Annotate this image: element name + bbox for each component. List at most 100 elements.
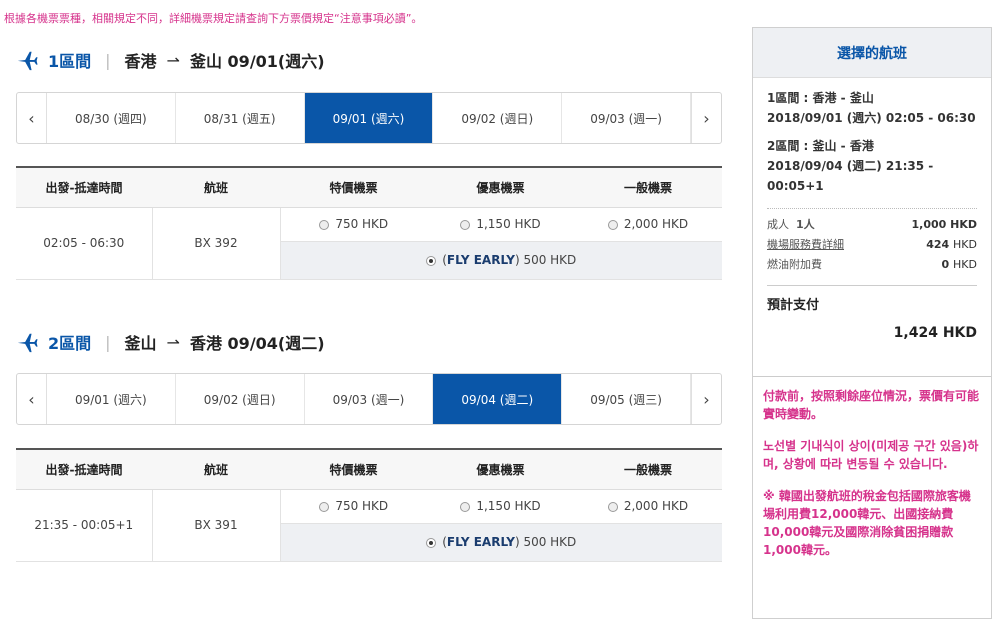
important-notes: 付款前，按照剩餘座位情況，票價有可能實時變動。 노선별 기내식이 상이(미제공 … (753, 376, 991, 583)
flight-number: BX 391 (152, 489, 281, 562)
note-tax: ※ 韓國出發航班的稅金包括國際旅客機場利用費12,000韓元、出國接納費10,0… (763, 489, 971, 557)
date-selector-2: ‹ 09/01 (週六) 09/02 (週日) 09/03 (週一) 09/04… (16, 373, 722, 425)
fare-price: 1,150 HKD (476, 217, 541, 231)
segment-1-title: 1區間 | 香港 ⇀ 釜山 09/01(週六) (16, 48, 325, 72)
special-fare-option[interactable]: 750 HKD (280, 489, 427, 524)
discount-fare-option[interactable]: 1,150 HKD (427, 489, 574, 524)
segment-date: 09/04(週二) (227, 334, 325, 353)
radio-button[interactable] (607, 219, 618, 230)
chevron-right-icon[interactable]: › (691, 93, 721, 143)
radio-button[interactable] (607, 501, 618, 512)
panel-title: 選擇的航班 (753, 28, 991, 78)
fly-early-price: 500 HKD (523, 535, 577, 549)
fare-price: 2,000 HKD (623, 217, 689, 231)
flight-time: 21:35 - 00:05+1 (16, 489, 153, 562)
fuel-label: 燃油附加費 (767, 258, 822, 271)
segment-date: 09/01(週六) (227, 52, 325, 71)
col-header-flight: 航班 (152, 449, 280, 490)
selected-segment-1: 1區間 : 香港 - 釜山 2018/09/01 (週六) 02:05 - 06… (767, 88, 977, 128)
date-tab[interactable]: 09/01 (週六) (47, 374, 176, 424)
fly-early-label: FLY EARLY (446, 535, 515, 549)
price-breakdown: 成人 1人 1,000 HKD 機場服務費詳細 424 HKD 燃油附加費 0 … (767, 208, 977, 275)
origin-city: 香港 (124, 52, 157, 71)
date-tab[interactable]: 09/02 (週日) (176, 374, 305, 424)
fare-price: 1,150 HKD (476, 499, 541, 513)
radio-button-selected[interactable] (426, 537, 437, 548)
adult-amount: 1,000 (911, 218, 947, 231)
note-meal-korean: 노선별 기내식이 상이(미제공 구간 있음)하며, 상황에 따라 변동될 수 있… (763, 439, 979, 471)
destination-city: 釜山 (189, 52, 222, 71)
fare-rules-notice: 根據各機票票種，相關規定不同，詳細機票規定請查詢下方票價規定“注意事項必讀”。 (4, 12, 423, 25)
chevron-right-icon[interactable]: › (691, 374, 721, 424)
airplane-icon (17, 51, 38, 71)
currency: HKD (950, 218, 977, 231)
radio-button[interactable] (460, 219, 471, 230)
col-header-time: 出發-抵達時間 (16, 167, 152, 208)
col-header-regular: 一般機票 (574, 167, 722, 208)
fuel-amount: 0 (941, 258, 950, 271)
selected-segment-datetime: 2018/09/01 (週六) 02:05 - 06:30 (767, 111, 976, 125)
regular-fare-option[interactable]: 2,000 HKD (574, 207, 722, 242)
col-header-regular: 一般機票 (574, 449, 722, 490)
radio-button[interactable] (319, 219, 330, 230)
note-price-change: 付款前，按照剩餘座位情況，票價有可能實時變動。 (763, 389, 980, 421)
adult-label: 成人 (767, 218, 789, 231)
flight-time: 02:05 - 06:30 (16, 207, 153, 280)
segment-label: 1區間 (48, 52, 92, 71)
date-tab[interactable]: 09/05 (週三) (562, 374, 692, 424)
currency: HKD (953, 238, 977, 251)
adult-count: 1人 (796, 218, 815, 231)
radio-button[interactable] (460, 501, 471, 512)
col-header-time: 出發-抵達時間 (16, 449, 152, 490)
date-tab[interactable]: 08/31 (週五) (176, 93, 305, 143)
fare-price: 750 HKD (335, 217, 389, 231)
date-tab-active[interactable]: 09/01 (週六) (304, 93, 434, 143)
airport-fee-amount: 424 (926, 238, 950, 251)
divider: | (105, 332, 111, 352)
fare-price: 2,000 HKD (623, 499, 689, 513)
right-arrow-icon: ⇀ (166, 332, 180, 352)
selected-segment-2: 2區間 : 釜山 - 香港 2018/09/04 (週二) 21:35 - 00… (767, 136, 977, 196)
total-amount: 1,424 HKD (893, 325, 977, 341)
chevron-left-icon[interactable]: ‹ (17, 93, 47, 143)
total-label: 預計支付 (767, 298, 820, 313)
radio-button[interactable] (319, 501, 330, 512)
col-header-discount: 優惠機票 (427, 167, 574, 208)
selected-segment-datetime: 2018/09/04 (週二) 21:35 - 00:05+1 (767, 159, 934, 193)
regular-fare-option[interactable]: 2,000 HKD (574, 489, 722, 524)
selected-segment-route: 1區間 : 香港 - 釜山 (767, 91, 874, 105)
fly-early-label: FLY EARLY (446, 253, 515, 267)
fly-early-price: 500 HKD (523, 253, 577, 267)
airplane-icon (17, 333, 38, 353)
discount-fare-option[interactable]: 1,150 HKD (427, 207, 574, 242)
fare-price: 750 HKD (335, 499, 389, 513)
selected-flights-panel: 選擇的航班 1區間 : 香港 - 釜山 2018/09/01 (週六) 02:0… (752, 27, 992, 619)
date-tab[interactable]: 09/02 (週日) (433, 93, 563, 143)
date-selector-1: ‹ 08/30 (週四) 08/31 (週五) 09/01 (週六) 09/02… (16, 92, 722, 144)
divider: | (105, 50, 111, 70)
fly-early-option[interactable]: (FLY EARLY) 500 HKD (280, 523, 722, 562)
currency: HKD (953, 258, 977, 271)
date-tab[interactable]: 08/30 (週四) (47, 93, 176, 143)
flight-number: BX 392 (152, 207, 281, 280)
destination-city: 香港 (189, 334, 222, 353)
airport-fee-link[interactable]: 機場服務費詳細 (767, 235, 844, 255)
col-header-flight: 航班 (152, 167, 280, 208)
airport-fee-row: 機場服務費詳細 424 HKD (767, 235, 977, 255)
date-tab[interactable]: 09/03 (週一) (305, 374, 434, 424)
segment-label: 2區間 (48, 334, 92, 353)
special-fare-option[interactable]: 750 HKD (280, 207, 427, 242)
col-header-discount: 優惠機票 (427, 449, 574, 490)
total-section: 預計支付 1,424 HKD (767, 285, 977, 341)
radio-button-selected[interactable] (426, 255, 437, 266)
chevron-left-icon[interactable]: ‹ (17, 374, 47, 424)
right-arrow-icon: ⇀ (166, 50, 180, 70)
col-header-special: 特價機票 (280, 449, 427, 490)
fly-early-option[interactable]: (FLY EARLY) 500 HKD (280, 241, 722, 280)
date-tab[interactable]: 09/03 (週一) (562, 93, 692, 143)
selected-segment-route: 2區間 : 釜山 - 香港 (767, 139, 874, 153)
col-header-special: 特價機票 (280, 167, 427, 208)
fuel-surcharge-row: 燃油附加費 0 HKD (767, 255, 977, 275)
fare-table-2: 出發-抵達時間 航班 特價機票 優惠機票 一般機票 21:35 - 00:05+… (16, 448, 722, 562)
date-tab-active[interactable]: 09/04 (週二) (433, 374, 563, 424)
